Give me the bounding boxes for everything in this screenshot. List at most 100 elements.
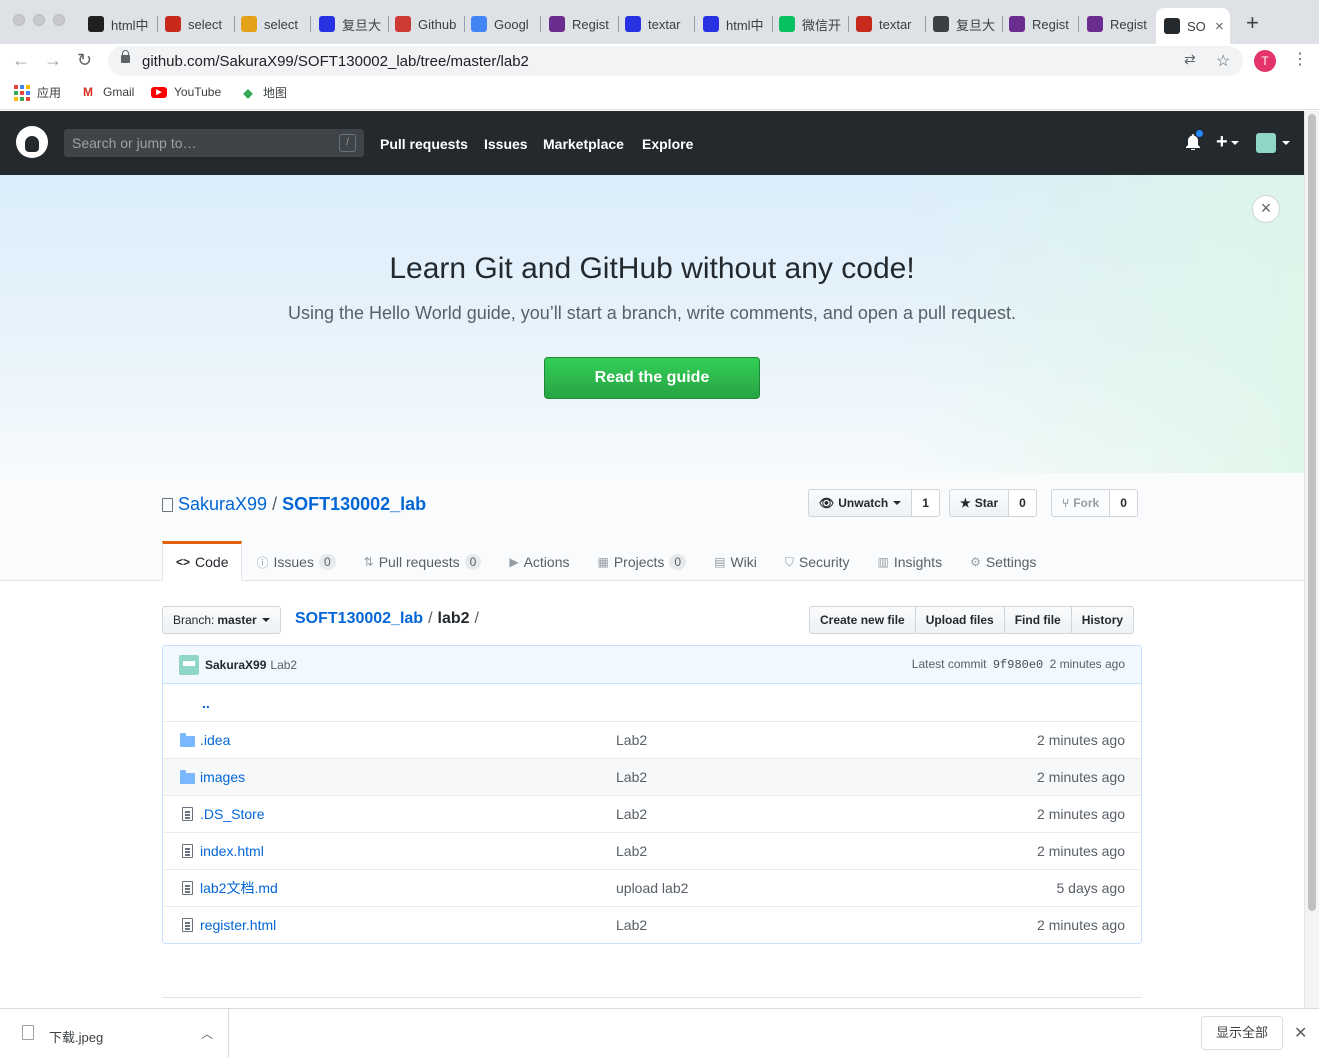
tab-security[interactable]: ⛉ Security xyxy=(771,541,864,581)
nav-explore[interactable]: Explore xyxy=(642,136,693,152)
browser-toolbar: ← → ↻ github.com/SakuraX99/SOFT130002_la… xyxy=(0,44,1319,77)
find-file-button[interactable]: Find file xyxy=(1003,606,1072,634)
file-name-link[interactable]: .DS_Store xyxy=(200,806,616,822)
bookmark-maps[interactable]: ◆ 地图 xyxy=(240,84,287,101)
file-name-link[interactable]: images xyxy=(200,769,616,785)
table-row[interactable]: images Lab2 2 minutes ago xyxy=(163,758,1141,795)
tab-projects[interactable]: ▦ Projects 0 xyxy=(584,541,701,581)
breadcrumb-root-link[interactable]: SOFT130002_lab xyxy=(295,610,423,628)
zoom-window-button[interactable] xyxy=(53,14,65,26)
browser-tab[interactable]: Regist xyxy=(1079,8,1157,40)
table-row[interactable]: lab2文档.md upload lab2 5 days ago xyxy=(163,869,1141,906)
fork-button[interactable]: ⑂ Fork xyxy=(1051,489,1111,517)
nav-pull-requests[interactable]: Pull requests xyxy=(380,136,468,152)
browser-tab[interactable]: select xyxy=(233,8,311,40)
table-row[interactable]: register.html Lab2 2 minutes ago xyxy=(163,906,1141,943)
table-row[interactable]: .idea Lab2 2 minutes ago xyxy=(163,721,1141,758)
bookmark-apps[interactable]: 应用 xyxy=(14,84,61,101)
nav-marketplace[interactable]: Marketplace xyxy=(543,136,624,152)
create-new-plus-icon[interactable]: + xyxy=(1216,132,1239,152)
tab-issues[interactable]: ⓘ Issues 0 xyxy=(242,541,349,581)
repo-owner-link[interactable]: SakuraX99 xyxy=(178,494,267,515)
commit-message-link[interactable]: Lab2 xyxy=(616,806,916,822)
create-new-file-button[interactable]: Create new file xyxy=(809,606,916,634)
profile-avatar[interactable]: T xyxy=(1254,50,1276,72)
commit-message-link[interactable]: Lab2 xyxy=(270,658,297,672)
bookmark-gmail[interactable]: M Gmail xyxy=(80,84,134,100)
new-tab-button[interactable]: + xyxy=(1246,12,1259,34)
tab-insights[interactable]: ▥ Insights xyxy=(863,541,956,581)
commit-message-link[interactable]: Lab2 xyxy=(616,843,916,859)
download-item[interactable]: 下载.jpeg ︿ xyxy=(0,1009,229,1058)
upload-files-button[interactable]: Upload files xyxy=(914,606,1005,634)
table-row[interactable]: index.html Lab2 2 minutes ago xyxy=(163,832,1141,869)
user-avatar[interactable] xyxy=(1256,133,1276,153)
file-name-link[interactable]: lab2文档.md xyxy=(200,878,616,898)
reload-icon[interactable]: ↻ xyxy=(77,50,92,70)
chevron-down-icon[interactable] xyxy=(1282,141,1290,145)
forward-arrow-icon[interactable]: → xyxy=(44,50,62,70)
fork-count[interactable]: 0 xyxy=(1110,489,1138,517)
watch-count[interactable]: 1 xyxy=(912,489,940,517)
browser-tab[interactable]: Googl xyxy=(463,8,541,40)
parent-directory-link[interactable]: .. xyxy=(202,695,210,711)
browser-tab[interactable]: textar xyxy=(848,8,926,40)
star-count[interactable]: 0 xyxy=(1009,489,1037,517)
browser-tab[interactable]: html中 xyxy=(695,8,773,40)
search-input[interactable]: Search or jump to… / xyxy=(64,129,364,157)
history-button[interactable]: History xyxy=(1070,606,1135,634)
browser-tab[interactable]: select xyxy=(157,8,235,40)
tab-wiki[interactable]: ▤ Wiki xyxy=(700,541,771,581)
commit-message-link[interactable]: Lab2 xyxy=(616,769,916,785)
scrollbar-thumb[interactable] xyxy=(1308,114,1316,911)
file-name-link[interactable]: register.html xyxy=(200,917,616,933)
commit-message-link[interactable]: Lab2 xyxy=(616,732,916,748)
tab-settings[interactable]: ⚙ Settings xyxy=(956,541,1050,581)
star-button[interactable]: ★ Star xyxy=(949,489,1010,517)
commit-sha-link[interactable]: 9f980e0 xyxy=(993,658,1043,672)
browser-tab[interactable]: Regist xyxy=(541,8,619,40)
minimize-window-button[interactable] xyxy=(33,14,45,26)
file-name-link[interactable]: index.html xyxy=(200,843,616,859)
close-icon[interactable]: ✕ xyxy=(1294,1023,1307,1043)
read-guide-button[interactable]: Read the guide xyxy=(544,357,760,399)
browser-tab[interactable]: Github xyxy=(387,8,465,40)
browser-tab[interactable]: html中 xyxy=(80,8,158,40)
tab-actions[interactable]: ▶ Actions xyxy=(495,541,583,581)
tab-pull-requests[interactable]: ⇅ Pull requests 0 xyxy=(350,541,496,581)
branch-select-button[interactable]: Branch: master xyxy=(162,606,281,634)
translate-icon[interactable]: ⇄ xyxy=(1184,51,1196,68)
browser-tab[interactable]: SO × xyxy=(1156,8,1230,44)
github-logo-icon[interactable] xyxy=(16,126,48,158)
nav-issues[interactable]: Issues xyxy=(484,136,528,152)
commit-author-link[interactable]: SakuraX99 xyxy=(205,658,266,672)
page-scrollbar[interactable] xyxy=(1304,111,1319,1008)
url-text[interactable]: github.com/SakuraX99/SOFT130002_lab/tree… xyxy=(142,53,529,70)
bookmark-star-icon[interactable]: ☆ xyxy=(1216,51,1230,71)
close-tab-icon[interactable]: × xyxy=(1215,18,1224,35)
browser-tab[interactable]: 复旦大 xyxy=(925,8,1003,40)
show-all-downloads-button[interactable]: 显示全部 xyxy=(1201,1016,1283,1050)
address-bar[interactable]: github.com/SakuraX99/SOFT130002_lab/tree… xyxy=(108,46,1243,76)
repo-name-link[interactable]: SOFT130002_lab xyxy=(282,494,426,515)
chevron-up-icon[interactable]: ︿ xyxy=(201,1025,213,1042)
close-icon[interactable]: × xyxy=(1252,195,1280,223)
close-window-button[interactable] xyxy=(13,14,25,26)
browser-tab[interactable]: Regist xyxy=(1001,8,1079,40)
browser-tab[interactable]: textar xyxy=(617,8,695,40)
table-row[interactable]: .DS_Store Lab2 2 minutes ago xyxy=(163,795,1141,832)
commit-message-link[interactable]: upload lab2 xyxy=(616,880,916,896)
parent-directory-row[interactable]: .. xyxy=(163,684,1141,721)
unwatch-button[interactable]: 👁 Unwatch xyxy=(808,489,913,517)
back-arrow-icon[interactable]: ← xyxy=(12,50,30,70)
bookmark-youtube[interactable]: ▶ YouTube xyxy=(151,84,221,100)
repo-icon xyxy=(162,497,173,512)
browser-tab[interactable]: 微信开 xyxy=(771,8,849,40)
commit-author-avatar[interactable] xyxy=(179,654,199,675)
commit-message-link[interactable]: Lab2 xyxy=(616,917,916,933)
browser-tab[interactable]: 复旦大 xyxy=(311,8,389,40)
lock-icon[interactable] xyxy=(121,50,130,63)
tab-code[interactable]: <> Code xyxy=(162,541,243,581)
chrome-menu-icon[interactable]: ⋮ xyxy=(1292,50,1308,70)
file-name-link[interactable]: .idea xyxy=(200,732,616,748)
